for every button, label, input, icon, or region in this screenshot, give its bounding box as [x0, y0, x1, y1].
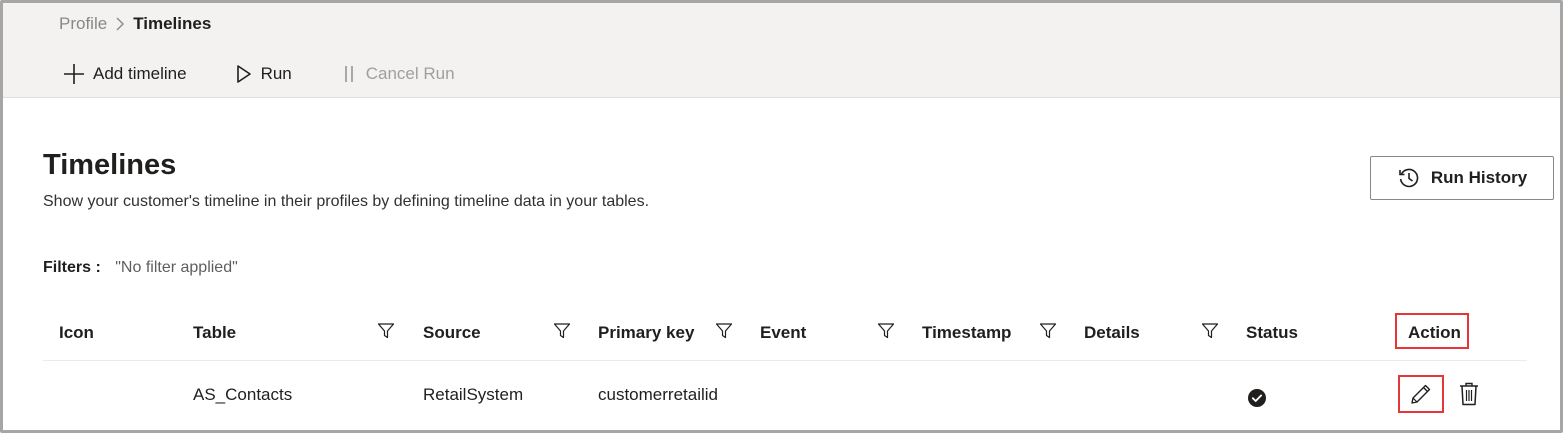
filters-bar: Filters : "No filter applied"	[43, 259, 238, 277]
breadcrumb: Profile Timelines	[59, 14, 211, 34]
cancel-run-label: Cancel Run	[365, 64, 455, 83]
column-header-event[interactable]: Event	[760, 323, 806, 343]
filter-icon[interactable]	[1039, 322, 1057, 345]
filter-icon[interactable]	[1201, 322, 1219, 345]
check-circle-icon	[1247, 388, 1267, 413]
filter-icon[interactable]	[877, 322, 895, 345]
cancel-run-button[interactable]: Cancel Run	[340, 64, 455, 84]
column-header-details[interactable]: Details	[1084, 323, 1140, 343]
column-header-action: Action	[1408, 323, 1461, 342]
pencil-icon	[1411, 384, 1431, 404]
filter-icon[interactable]	[715, 322, 733, 345]
breadcrumb-profile-link[interactable]: Profile	[59, 14, 107, 34]
play-icon	[236, 65, 251, 83]
column-header-status: Status	[1246, 323, 1298, 342]
cell-table: AS_Contacts	[193, 385, 293, 404]
chevron-right-icon	[115, 16, 125, 32]
history-icon	[1399, 168, 1419, 188]
run-history-button[interactable]: Run History	[1370, 156, 1554, 200]
trash-icon[interactable]	[1457, 381, 1481, 412]
app-frame: Profile Timelines Add timeline Run Cance…	[0, 0, 1563, 433]
column-header-icon: Icon	[59, 323, 94, 342]
page-title: Timelines	[43, 149, 177, 181]
plus-icon	[64, 64, 84, 84]
pause-icon	[344, 66, 353, 82]
table-row[interactable]: AS_Contacts RetailSystem customerretaili…	[43, 363, 1527, 423]
column-header-timestamp[interactable]: Timestamp	[922, 323, 1011, 343]
command-bar-area: Profile Timelines Add timeline Run Cance…	[3, 3, 1560, 98]
run-label: Run	[260, 64, 292, 83]
table-header-row: Icon Table Source Primary key Event Time…	[43, 313, 1527, 361]
filters-value: "No filter applied"	[115, 259, 238, 276]
toolbar: Add timeline Run Cancel Run	[63, 63, 503, 85]
add-timeline-button[interactable]: Add timeline	[63, 63, 187, 85]
add-timeline-label: Add timeline	[93, 64, 187, 83]
column-header-table[interactable]: Table	[193, 323, 236, 343]
run-button[interactable]: Run	[235, 64, 292, 84]
cell-primary-key: customerretailid	[598, 385, 718, 404]
filters-label: Filters :	[43, 259, 101, 276]
filter-icon[interactable]	[377, 322, 395, 345]
edit-button[interactable]	[1398, 375, 1444, 413]
cell-source: RetailSystem	[423, 385, 524, 404]
page-subtitle: Show your customer's timeline in their p…	[43, 193, 650, 210]
breadcrumb-current: Timelines	[133, 14, 212, 33]
column-header-primary-key[interactable]: Primary key	[598, 323, 694, 343]
column-header-source[interactable]: Source	[423, 323, 481, 343]
run-history-label: Run History	[1430, 168, 1528, 187]
filter-icon[interactable]	[553, 322, 571, 345]
